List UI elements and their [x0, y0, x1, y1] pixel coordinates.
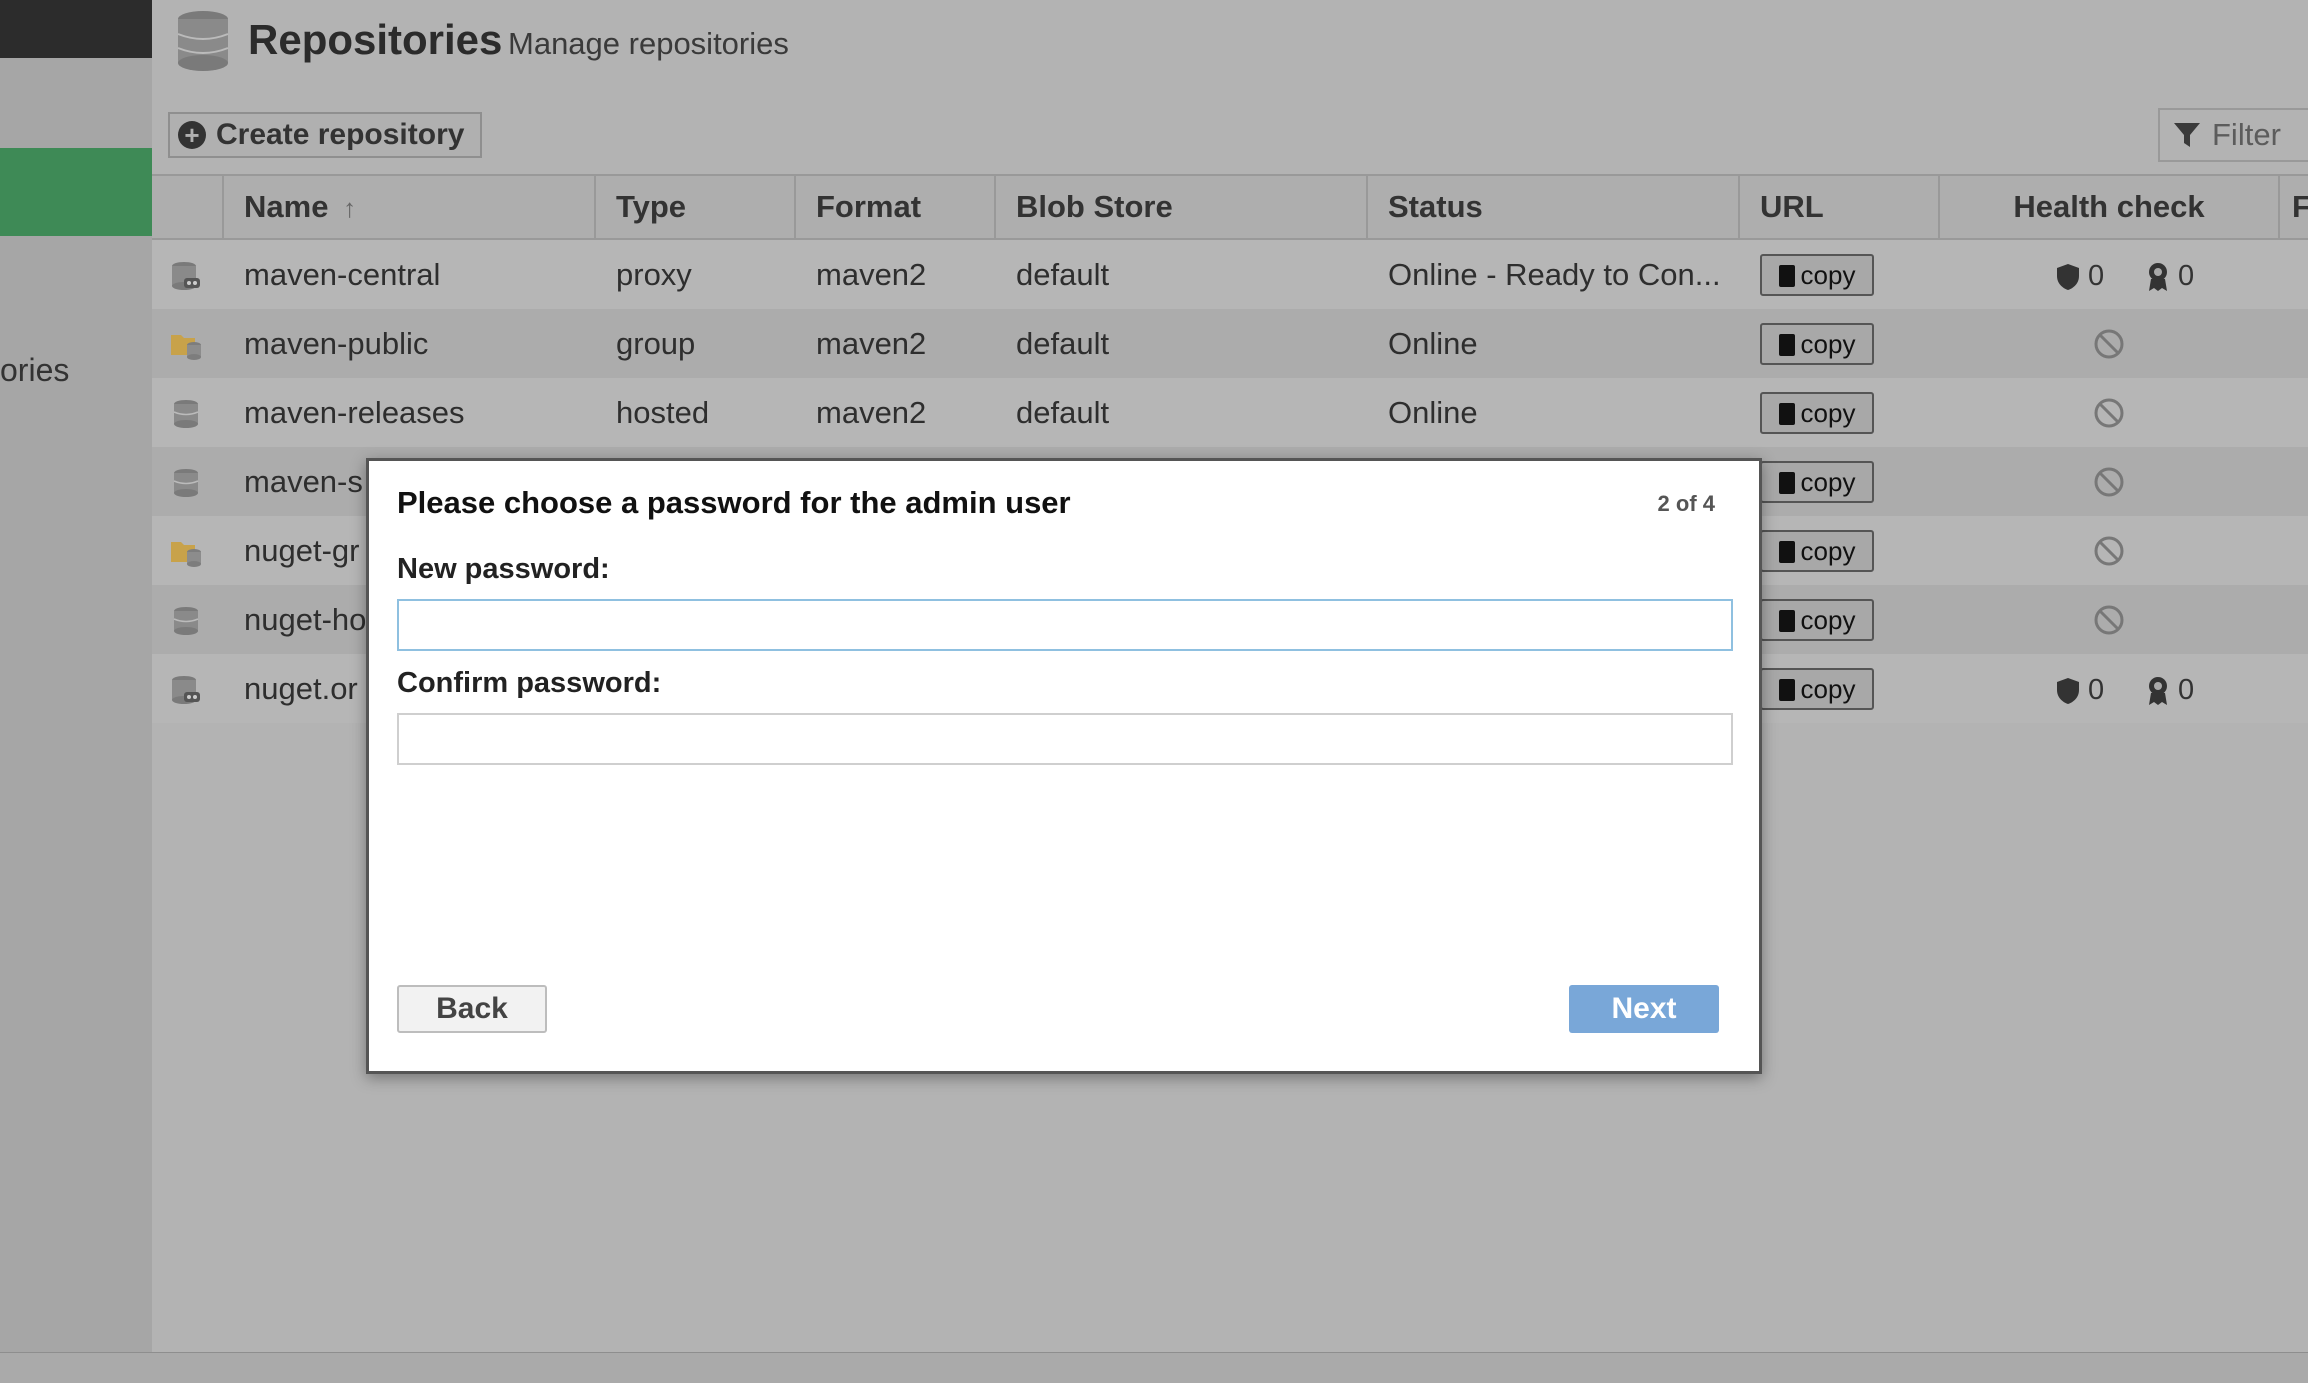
- copy-url-button[interactable]: copy: [1760, 254, 1874, 296]
- proxy-repo-icon: [172, 262, 200, 290]
- clipboard-icon: [1778, 541, 1795, 563]
- back-button[interactable]: Back: [397, 985, 547, 1033]
- hosted-repo-icon: [173, 400, 199, 428]
- sidebar-item-repositories-label[interactable]: ories: [0, 352, 69, 389]
- copy-label: copy: [1800, 674, 1856, 704]
- column-header-type[interactable]: Type: [594, 176, 794, 238]
- table-row[interactable]: maven-releases hosted maven2 default Online c…: [152, 378, 2308, 447]
- health-check-cell[interactable]: 00: [1940, 240, 2280, 309]
- cell-blob-store: default: [1016, 395, 1110, 430]
- filter-icon: [2174, 123, 2200, 147]
- cell-blob-store: default: [1016, 326, 1110, 361]
- cell-format: maven2: [816, 257, 927, 292]
- copy-url-button[interactable]: copy: [1760, 530, 1874, 572]
- cell-name: maven-public: [244, 326, 429, 361]
- security-badge: 0: [2056, 260, 2104, 293]
- proxy-repo-icon: [172, 676, 200, 704]
- confirm-password-label: Confirm password:: [397, 667, 662, 699]
- not-available-icon: [2094, 329, 2124, 359]
- cell-blob-store: default: [1016, 257, 1110, 292]
- page-title: Repositories: [248, 16, 503, 63]
- clipboard-icon: [1778, 679, 1795, 701]
- security-count: 0: [2088, 260, 2105, 292]
- column-header-health-check[interactable]: Health check: [1938, 176, 2278, 238]
- page-subtitle: Manage repositories: [508, 26, 789, 61]
- filter-input[interactable]: Filter: [2158, 108, 2308, 162]
- group-repo-icon: [171, 542, 201, 567]
- copy-url-button[interactable]: copy: [1760, 668, 1874, 710]
- shield-icon: [2057, 677, 2079, 704]
- cell-status: Online - Ready to Con...: [1388, 257, 1721, 292]
- clipboard-icon: [1778, 610, 1795, 632]
- health-check-cell[interactable]: 00: [1940, 654, 2280, 723]
- copy-url-button[interactable]: copy: [1760, 599, 1874, 641]
- hosted-repo-icon: [173, 469, 199, 497]
- cell-status: Online: [1388, 395, 1478, 430]
- dialog-title: Please choose a password for the admin u…: [397, 485, 1071, 520]
- hosted-repo-icon: [173, 607, 199, 635]
- security-badge: 0: [2056, 674, 2104, 707]
- cell-type: proxy: [616, 257, 692, 292]
- password-wizard-dialog: Please choose a password for the admin u…: [366, 458, 1762, 1074]
- copy-url-button[interactable]: copy: [1760, 323, 1874, 365]
- cell-format: maven2: [816, 395, 927, 430]
- sort-ascending-icon: ↑: [343, 193, 357, 223]
- filter-placeholder: Filter: [2212, 117, 2281, 152]
- license-count: 0: [2178, 674, 2195, 706]
- group-repo-icon: [171, 335, 201, 360]
- cell-type: hosted: [616, 395, 710, 430]
- not-available-icon: [2094, 605, 2124, 635]
- clipboard-icon: [1778, 265, 1795, 287]
- not-available-icon: [2094, 536, 2124, 566]
- column-header-name[interactable]: Name ↑: [222, 176, 594, 238]
- license-badge: 0: [2146, 260, 2194, 293]
- cell-format: maven2: [816, 326, 927, 361]
- sidebar-top-bar: [0, 0, 152, 58]
- cell-name: maven-releases: [244, 395, 465, 430]
- table-row[interactable]: maven-public group maven2 default Online copy: [152, 309, 2308, 378]
- license-count: 0: [2178, 260, 2195, 292]
- copy-url-button[interactable]: copy: [1760, 392, 1874, 434]
- cell-name: maven-central: [244, 257, 441, 292]
- database-icon: [177, 11, 229, 71]
- copy-label: copy: [1800, 260, 1856, 290]
- award-icon: [2149, 676, 2167, 705]
- column-header-status[interactable]: Status: [1366, 176, 1738, 238]
- column-header-url[interactable]: URL: [1738, 176, 1938, 238]
- create-repository-label: Create repository: [216, 118, 465, 151]
- copy-label: copy: [1800, 467, 1856, 497]
- copy-label: copy: [1800, 398, 1856, 428]
- shield-icon: [2057, 263, 2079, 290]
- page-header: Repositories Manage repositories: [152, 0, 2308, 100]
- cell-status: Online: [1388, 326, 1478, 361]
- security-count: 0: [2088, 674, 2105, 706]
- bottom-status-strip: [0, 1352, 2308, 1383]
- copy-url-button[interactable]: copy: [1760, 461, 1874, 503]
- plus-circle-icon: +: [178, 121, 206, 149]
- award-icon: [2149, 262, 2167, 291]
- copy-label: copy: [1800, 536, 1856, 566]
- next-button[interactable]: Next: [1569, 985, 1719, 1033]
- wizard-step-indicator: 2 of 4: [1657, 491, 1715, 516]
- clipboard-icon: [1778, 403, 1795, 425]
- license-badge: 0: [2146, 674, 2194, 707]
- column-header-format[interactable]: Format: [794, 176, 994, 238]
- clipboard-icon: [1778, 472, 1795, 494]
- copy-label: copy: [1800, 329, 1856, 359]
- new-password-label: New password:: [397, 553, 610, 585]
- copy-label: copy: [1800, 605, 1856, 635]
- clipboard-icon: [1778, 334, 1795, 356]
- confirm-password-field[interactable]: [397, 713, 1733, 765]
- table-row[interactable]: maven-central proxy maven2 default Online - …: [152, 240, 2308, 309]
- column-header-blob-store[interactable]: Blob Store: [994, 176, 1366, 238]
- column-header-partial[interactable]: F: [2278, 176, 2308, 238]
- grid-header: Name ↑ Type Format Blob Store Status URL…: [152, 174, 2308, 240]
- not-available-icon: [2094, 398, 2124, 428]
- new-password-field[interactable]: [397, 599, 1733, 651]
- sidebar-active-item[interactable]: [0, 148, 152, 236]
- create-repository-button[interactable]: + Create repository: [168, 112, 483, 158]
- not-available-icon: [2094, 467, 2124, 497]
- left-sidebar: ories: [0, 0, 152, 1352]
- cell-type: group: [616, 326, 696, 361]
